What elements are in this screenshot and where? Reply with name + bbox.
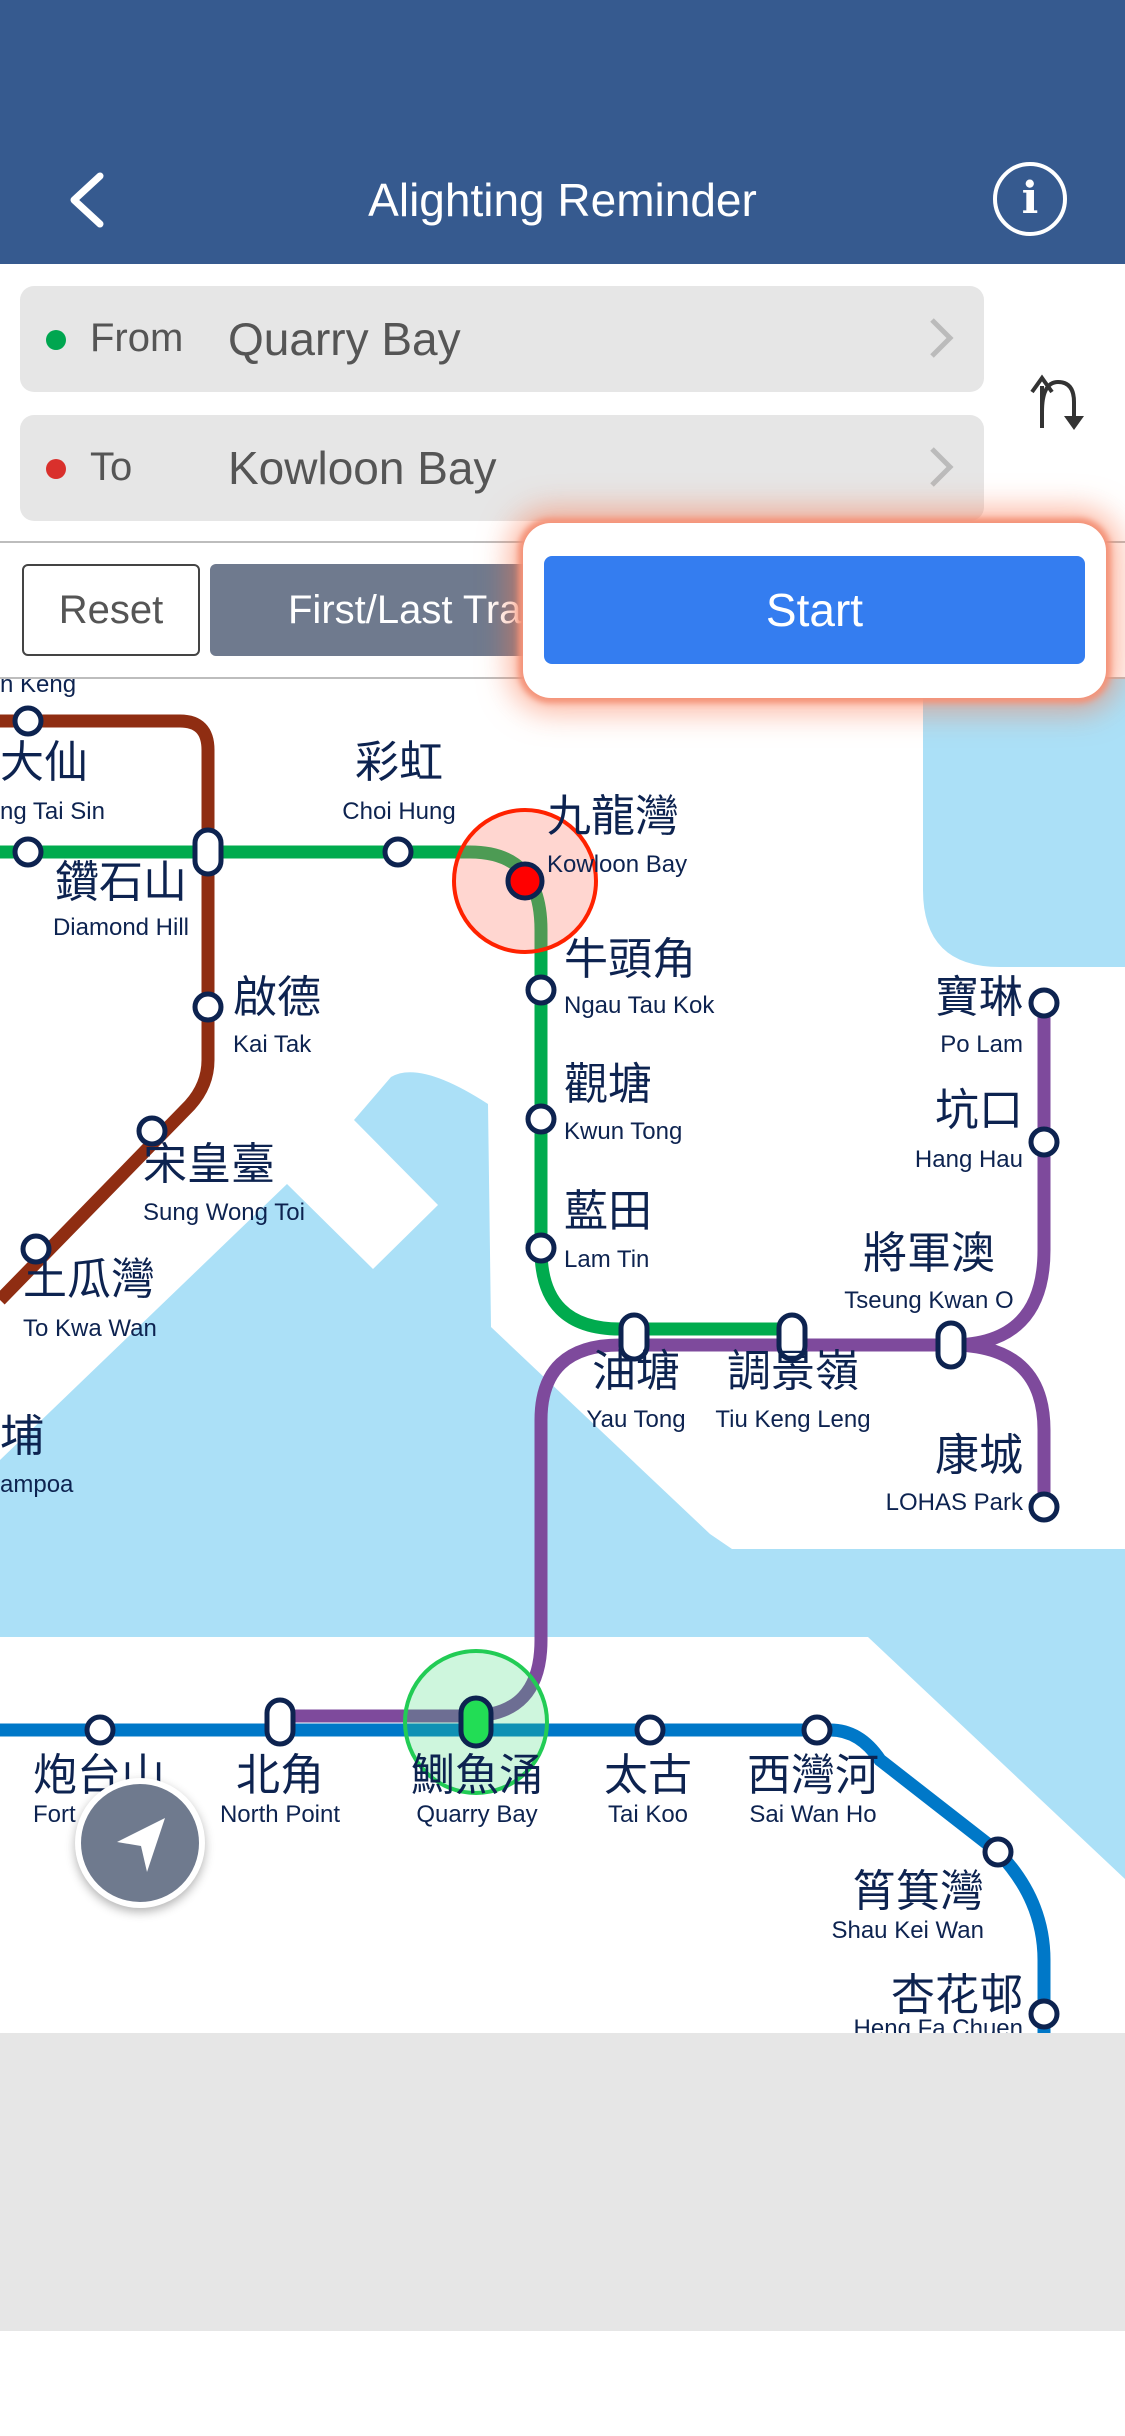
- station-marker: [84, 1714, 116, 1746]
- station-marker: [1028, 1998, 1060, 2030]
- station-name-en: Tseung Kwan O: [844, 1287, 1013, 1314]
- station-marker: [1028, 987, 1060, 1019]
- station-marker: [525, 974, 557, 1006]
- station-name-en: LOHAS Park: [886, 1489, 1024, 1516]
- station-name-zh: 將軍澳: [863, 1228, 995, 1279]
- station-name-en: North Point: [220, 1801, 340, 1828]
- station-marker: [982, 1836, 1014, 1868]
- station-name-zh: 埔: [0, 1411, 44, 1462]
- to-station-field[interactable]: To Kowloon Bay: [20, 415, 984, 521]
- station-marker: [801, 1714, 833, 1746]
- station-name-zh: 土瓜灣: [23, 1254, 155, 1305]
- station-name-zh: 康城: [935, 1430, 1023, 1481]
- station-name-en: Quarry Bay: [416, 1801, 537, 1828]
- swap-arrows-icon[interactable]: [1028, 372, 1092, 436]
- station-name-en: Tiu Keng Leng: [715, 1406, 870, 1433]
- station-name-en: Yau Tong: [586, 1406, 685, 1433]
- interchange-station-marker: [935, 1320, 967, 1370]
- station-name-zh: 太古: [604, 1750, 692, 1801]
- station-marker: [12, 705, 44, 737]
- reset-button[interactable]: Reset: [22, 564, 200, 656]
- station-name-zh: 鰂魚涌: [411, 1750, 543, 1801]
- station-name-en: Shau Kei Wan: [831, 1917, 984, 1944]
- location-arrow-icon: [117, 1818, 165, 1872]
- station-name-zh: 坑口: [935, 1085, 1023, 1136]
- station-name-en: Ngau Tau Kok: [564, 992, 715, 1019]
- from-station-field[interactable]: From Quarry Bay: [20, 286, 984, 392]
- station-name-zh: 觀塘: [564, 1059, 652, 1110]
- station-name-en: Heng Fa Chuen: [854, 2015, 1023, 2033]
- station-name-zh: 牛頭角: [564, 934, 696, 985]
- station-name-en: Po Lam: [940, 1031, 1023, 1058]
- to-label: To: [90, 445, 133, 489]
- station-marker: [1028, 1491, 1060, 1523]
- page-title: Alighting Reminder: [368, 174, 757, 226]
- station-name-en: Choi Hung: [342, 798, 455, 825]
- station-name-en: Lam Tin: [564, 1246, 649, 1273]
- station-name-zh: 彩虹: [355, 737, 443, 788]
- origin-dot-icon: [46, 330, 66, 350]
- locate-button[interactable]: [75, 1778, 205, 1908]
- station-name-en: ampoa: [0, 1471, 74, 1498]
- station-name-en: Hang Hau: [915, 1146, 1023, 1173]
- from-value: Quarry Bay: [228, 313, 461, 365]
- station-name-zh: 北角: [236, 1750, 324, 1801]
- station-name-en: n Keng: [0, 679, 76, 698]
- water-area: [923, 679, 1125, 967]
- station-name-en: Kai Tak: [233, 1031, 312, 1058]
- station-name-zh: 西灣河: [747, 1750, 879, 1801]
- info-icon[interactable]: i: [993, 162, 1067, 236]
- station-name-zh: 調景嶺: [727, 1346, 859, 1397]
- start-highlight-card: Start: [523, 523, 1106, 698]
- chevron-right-icon: [930, 447, 954, 487]
- station-name-en: Sai Wan Ho: [749, 1801, 876, 1828]
- station-name-zh: 筲箕灣: [852, 1866, 984, 1917]
- chevron-right-icon: [930, 318, 954, 358]
- bottom-panel: [0, 2033, 1125, 2331]
- station-marker: [525, 1103, 557, 1135]
- station-name-zh: 宋皇臺: [143, 1139, 275, 1190]
- station-name-zh: 九龍灣: [547, 791, 679, 842]
- station-name-en: Diamond Hill: [53, 914, 189, 941]
- origin-station-marker: [458, 1695, 494, 1749]
- header-bar: Alighting Reminder i: [0, 0, 1125, 264]
- station-name-zh: 鑽石山: [55, 857, 187, 908]
- station-marker: [1028, 1126, 1060, 1158]
- to-value: Kowloon Bay: [228, 442, 497, 494]
- interchange-station-marker: [192, 827, 224, 877]
- station-name-zh: 大仙: [0, 737, 88, 788]
- station-name-en: To Kwa Wan: [23, 1315, 157, 1342]
- station-name-en: Kowloon Bay: [547, 851, 687, 878]
- station-name-zh: 杏花邨: [891, 1970, 1023, 2021]
- from-label: From: [90, 316, 184, 360]
- station-name-en: ng Tai Sin: [0, 798, 105, 825]
- station-name-zh: 油塘: [592, 1346, 680, 1397]
- station-name-en: Sung Wong Toi: [143, 1199, 305, 1226]
- station-marker: [525, 1232, 557, 1264]
- station-name-zh: 藍田: [564, 1186, 652, 1237]
- destination-station-marker: [505, 861, 545, 901]
- station-marker: [192, 991, 224, 1023]
- station-name-en: Tai Koo: [608, 1801, 688, 1828]
- station-marker: [382, 836, 414, 868]
- station-marker: [634, 1714, 666, 1746]
- station-marker: [12, 836, 44, 868]
- station-name-en: Fort: [33, 1801, 76, 1828]
- station-name-zh: 啟德: [233, 972, 321, 1023]
- interchange-station-marker: [264, 1697, 296, 1747]
- station-name-en: Kwun Tong: [564, 1118, 682, 1145]
- destination-dot-icon: [46, 459, 66, 479]
- start-button[interactable]: Start: [544, 556, 1085, 664]
- station-name-zh: 寶琳: [935, 972, 1023, 1023]
